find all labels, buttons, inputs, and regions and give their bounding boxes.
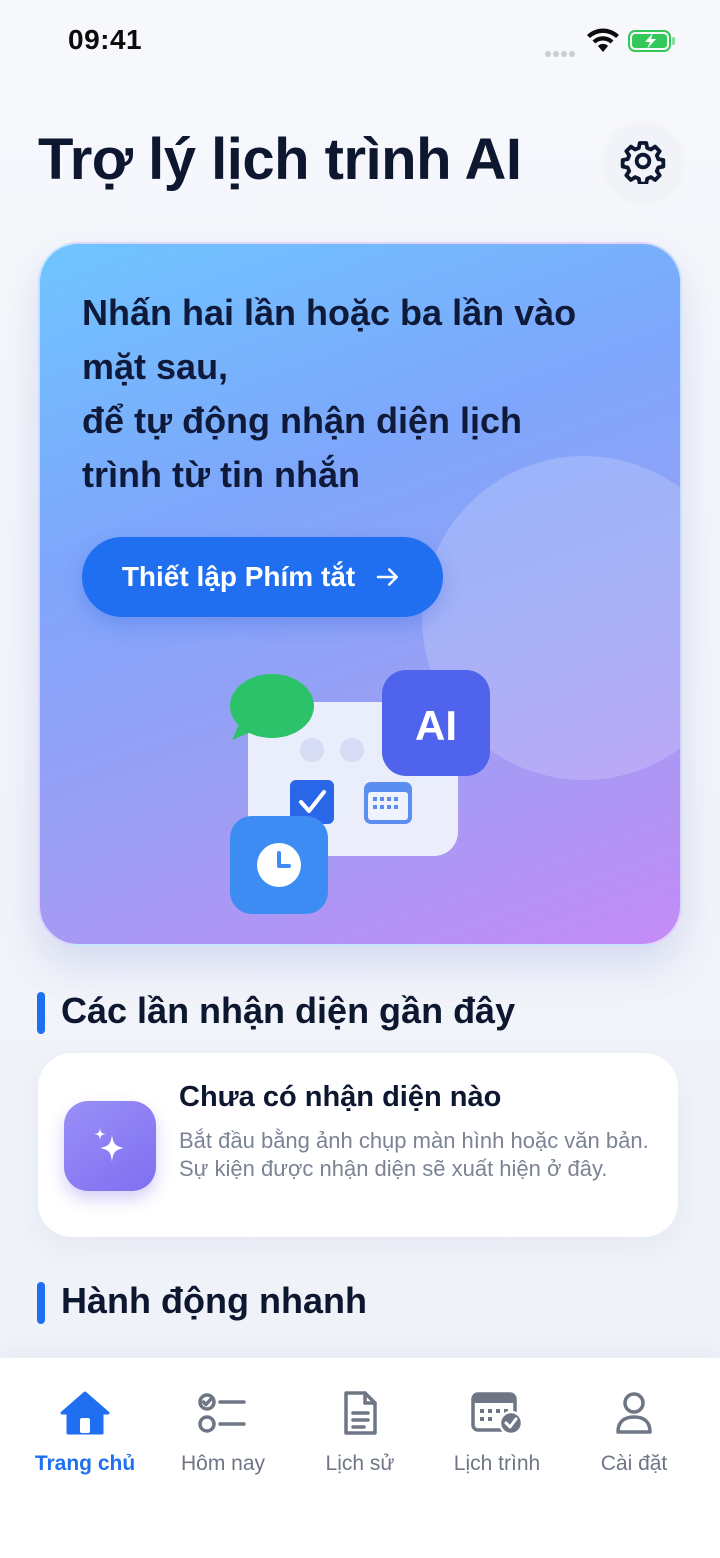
hero-line: để tự động nhận diện lịch: [82, 400, 523, 441]
checklist-icon: [198, 1393, 246, 1433]
hero-line: mặt sau,: [82, 346, 229, 387]
empty-state-title: Chưa có nhận diện nào: [179, 1081, 502, 1113]
status-time: 09:41: [68, 24, 143, 55]
wifi-icon: [587, 28, 619, 52]
ai-badge: AI: [415, 702, 457, 749]
clock-icon: [230, 816, 328, 914]
calendar-icon: [364, 782, 412, 824]
tab-label: Trang chủ: [34, 1452, 136, 1475]
status-bar: 09:41: [0, 0, 720, 84]
quick-actions-title: Hành động nhanh: [37, 1280, 367, 1324]
tab-history[interactable]: Lịch sử: [290, 1388, 430, 1476]
recent-section-title: Các lần nhận diện gần đây: [37, 990, 515, 1034]
setup-shortcut-button[interactable]: Thiết lập Phím tắt: [82, 537, 443, 617]
settings-button[interactable]: [604, 122, 682, 200]
tab-label: Lịch trình: [453, 1452, 541, 1475]
calendar-check-icon: [471, 1392, 524, 1436]
page-title: Trợ lý lịch trình AI: [38, 127, 522, 192]
setup-shortcut-label: Thiết lập Phím tắt: [121, 561, 356, 592]
hero-card: Nhấn hai lần hoặc ba lần vào mặt sau, để…: [38, 242, 682, 946]
tab-label: Hôm nay: [180, 1452, 266, 1475]
empty-state-card: Chưa có nhận diện nào Bắt đầu bằng ảnh c…: [38, 1053, 678, 1237]
tab-today[interactable]: Hôm nay: [153, 1388, 293, 1476]
tab-settings[interactable]: Cài đặt: [564, 1388, 704, 1476]
empty-state-description: Bắt đầu bằng ảnh chụp màn hình hoặc văn …: [179, 1128, 649, 1181]
arrow-right-icon: [376, 568, 399, 586]
signal-icon: [545, 44, 577, 62]
tab-label: Cài đặt: [600, 1452, 668, 1475]
tab-label: Lịch sử: [325, 1452, 395, 1475]
document-icon: [344, 1391, 377, 1435]
tab-schedule[interactable]: Lịch trình: [427, 1388, 567, 1476]
sparkles-icon: [64, 1101, 156, 1191]
hero-text: Nhấn hai lần hoặc ba lần vào mặt sau, để…: [82, 286, 652, 502]
tab-bar: Trang chủ Hôm nay Lịch sử Lịch trình Cài…: [0, 1357, 720, 1558]
tab-home[interactable]: Trang chủ: [15, 1388, 155, 1476]
home-icon: [60, 1391, 110, 1435]
battery-icon: [628, 30, 675, 52]
hero-illustration: AI: [230, 670, 490, 914]
hero-line: Nhấn hai lần hoặc ba lần vào: [82, 292, 577, 333]
gear-icon: [620, 141, 666, 184]
hero-line: trình từ tin nhắn: [82, 454, 361, 495]
person-icon: [616, 1392, 652, 1434]
